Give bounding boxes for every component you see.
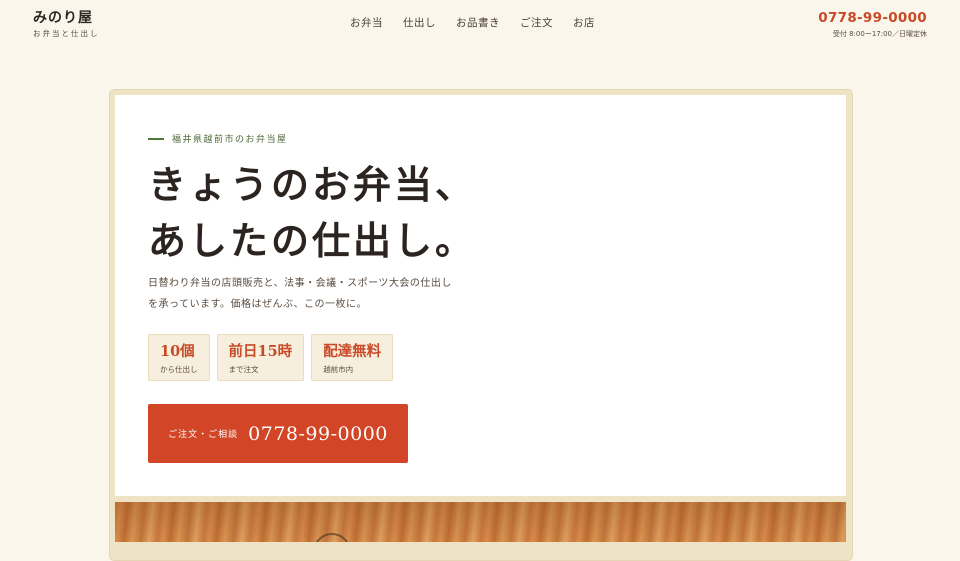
stat-note: から仕出し	[160, 365, 198, 374]
nav-item-catering[interactable]: 仕出し	[393, 16, 446, 30]
eyebrow-rule	[148, 137, 164, 140]
nav-item-menu[interactable]: お品書き	[446, 16, 510, 30]
bento-photo	[115, 502, 846, 542]
cta-phone: 0778-99-0000	[248, 422, 388, 445]
site-header: みのり屋 お弁当と仕出し お弁当 仕出し お品書き ご注文 お店 0778-99…	[0, 0, 960, 50]
brand-tagline: お弁当と仕出し	[33, 29, 100, 38]
lead-line-2: を承っています。価格はぜんぶ、この一枚に。	[148, 299, 367, 310]
stat-value: 10個	[160, 343, 195, 360]
header-contact: 0778-99-0000 受付 8:00ー17:00／日曜定休	[818, 10, 927, 39]
stat-value: 配達無料	[323, 343, 382, 360]
brand-name: みのり屋	[33, 10, 93, 26]
stat-value: 前日15時	[228, 343, 293, 360]
stat-min-order: 10個 から仕出し	[148, 334, 210, 381]
brand-logo[interactable]: みのり屋 お弁当と仕出し	[33, 9, 100, 40]
hero-headline: きょうのお弁当、 あしたの仕出し。	[148, 157, 476, 269]
main-nav: お弁当 仕出し お品書き ご注文 お店	[340, 16, 605, 30]
eyebrow-text: 福井県越前市のお弁当屋	[172, 135, 288, 145]
lead-line-1: 日替わり弁当の店頭販売と、法事・会議・スポーツ大会の仕出し	[148, 278, 452, 289]
hero-stats: 10個 から仕出し 前日15時 まで注文 配達無料 越前市内	[148, 334, 394, 381]
nav-item-shop[interactable]: お店	[563, 16, 605, 30]
hero-lead: 日替わり弁当の店頭販売と、法事・会議・スポーツ大会の仕出し を承っています。価格…	[148, 273, 478, 315]
nav-item-order[interactable]: ご注文	[510, 16, 563, 30]
header-phone-link[interactable]: 0778-99-0000	[818, 10, 927, 27]
stat-order-deadline: 前日15時 まで注文	[216, 334, 305, 381]
stat-free-delivery: 配達無料 越前市内	[311, 334, 394, 381]
hero-eyebrow: 福井県越前市のお弁当屋	[148, 132, 288, 145]
hero-card: 福井県越前市のお弁当屋 きょうのお弁当、 あしたの仕出し。 日替わり弁当の店頭販…	[115, 95, 846, 496]
stat-note: まで注文	[228, 365, 259, 374]
business-hours: 受付 8:00ー17:00／日曜定休	[832, 30, 927, 38]
headline-line-2: あしたの仕出し。	[148, 218, 477, 263]
stat-note: 越前市内	[323, 365, 354, 374]
nav-item-bento[interactable]: お弁当	[340, 16, 393, 30]
photo-shade	[115, 502, 846, 542]
headline-line-1: きょうのお弁当、	[148, 162, 477, 207]
cta-label: ご注文・ご相談	[168, 430, 239, 440]
order-call-button[interactable]: ご注文・ご相談 0778-99-0000	[148, 404, 408, 463]
